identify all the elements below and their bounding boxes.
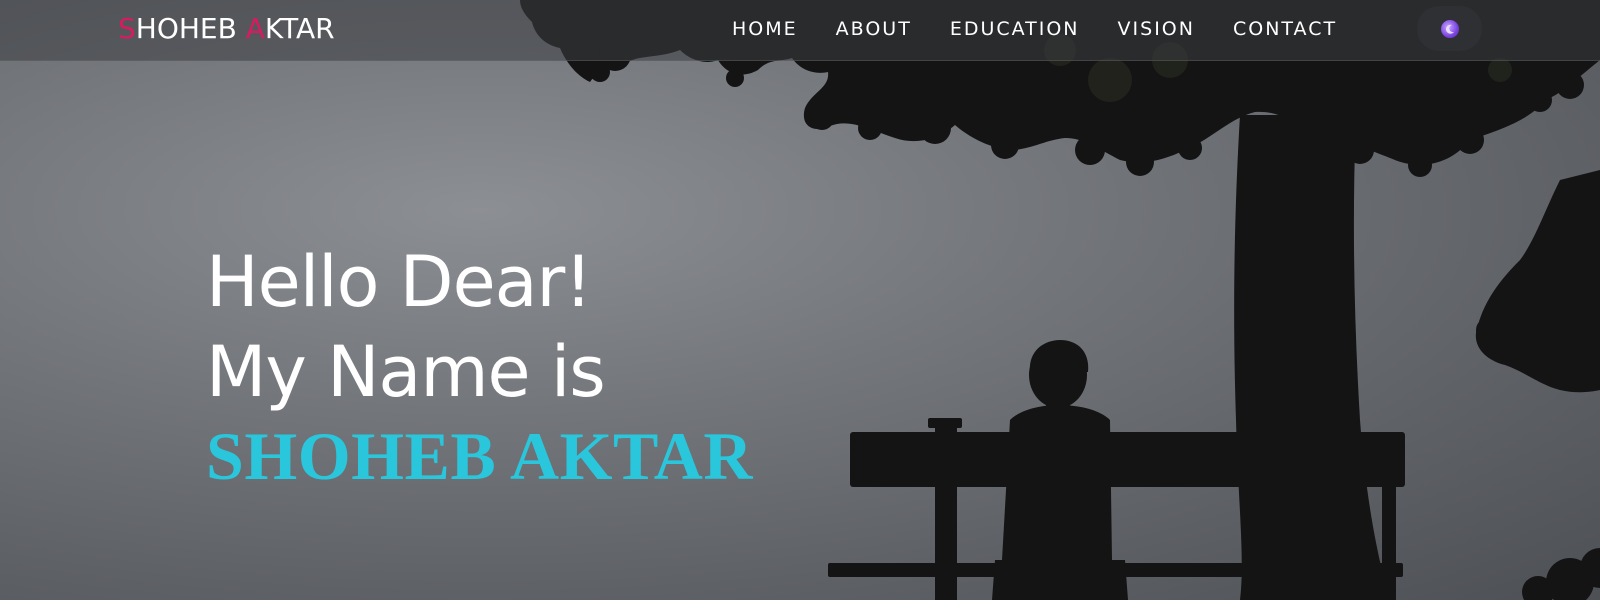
greeting-line-1: Hello Dear! [206, 241, 592, 323]
brand-initial-last: A [245, 12, 265, 45]
brand-initial-first: S [118, 12, 136, 45]
hero-greeting: Hello Dear! My Name is [206, 237, 606, 417]
brand-last-rest: KTAR [264, 12, 335, 45]
hero-name: SHOHEB AKTAR [206, 418, 753, 494]
brand-logo[interactable]: SHOHEB AKTAR [118, 11, 335, 47]
nav-link-home[interactable]: HOME [732, 16, 798, 42]
greeting-line-2: My Name is [206, 331, 606, 413]
nav-menu: HOME ABOUT EDUCATION VISION CONTACT [709, 16, 1375, 42]
hero-section: SHOHEB AKTAR HOME ABOUT EDUCATION VISION… [0, 0, 1600, 600]
nav-link-vision[interactable]: VISION [1118, 16, 1195, 42]
nav-link-education[interactable]: EDUCATION [950, 16, 1080, 42]
nav-link-contact[interactable]: CONTACT [1233, 16, 1337, 42]
theme-toggle-button[interactable] [1417, 6, 1482, 51]
navbar: SHOHEB AKTAR HOME ABOUT EDUCATION VISION… [0, 0, 1600, 61]
brand-first-rest: HOHEB [135, 12, 246, 45]
nav-link-about[interactable]: ABOUT [836, 16, 912, 42]
moon-icon [1440, 19, 1459, 38]
